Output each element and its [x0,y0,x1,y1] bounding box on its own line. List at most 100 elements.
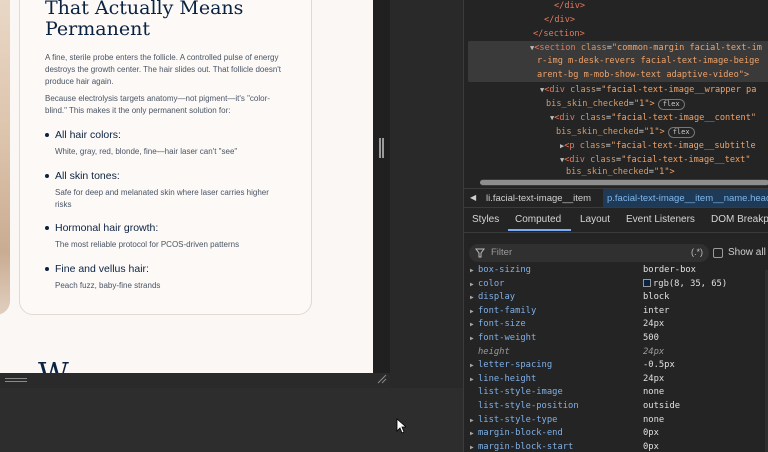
feature-description: White, gray, red, blonde, fine—hair lase… [55,147,238,156]
property-value: outside [643,401,681,411]
feature-heading: All skin tones: [55,170,120,182]
dom-line[interactable]: </div> [554,0,585,13]
computed-property-row[interactable]: ▶ box-sizing border-box [464,264,768,278]
feature-heading: All hair colors: [55,129,121,141]
property-name: letter-spacing [478,360,553,371]
computed-property-row[interactable]: ▶ line-height 24px [464,373,768,387]
computed-property-row[interactable]: ▶ margin-block-end 0px [464,427,768,441]
expand-triangle-icon[interactable]: ▶ [470,373,474,387]
expand-triangle-icon[interactable]: ▶ [470,264,474,278]
show-all-checkbox[interactable] [713,248,723,258]
property-name: color [478,278,505,289]
expand-triangle-icon[interactable]: ▶ [470,305,474,319]
hero-photo [0,0,10,315]
expand-triangle-icon[interactable]: ▶ [470,414,474,428]
property-name: font-size [478,319,526,330]
devtools-panel: </div> </div> </section> ▼<section class… [463,0,768,452]
breadcrumb-item-active[interactable]: p.facial-text-image__item__name.head [603,189,768,207]
property-name: list-style-image [478,387,563,398]
page-preview[interactable]: That Actually Means Permanent A fine, st… [0,0,373,373]
property-value: 24px [643,346,665,357]
browser-window: { "preview": { "title": "That Actually M… [0,0,768,452]
property-value-text: rgb(8, 35, 65) [653,278,728,289]
dom-line[interactable]: ▶<p class="facial-text-image__subtitle [560,140,756,153]
computed-property-row[interactable]: list-style-image none [464,386,768,400]
corner-resize-icon[interactable] [377,374,387,384]
color-swatch-icon[interactable] [643,278,651,287]
elements-tree[interactable]: </div> </div> </section> ▼<section class… [464,0,768,177]
expand-triangle-icon[interactable]: ▶ [470,332,474,346]
tab-styles[interactable]: Styles [472,214,499,225]
computed-property-row[interactable]: ▶ letter-spacing -0.5px [464,359,768,373]
dom-line[interactable]: r-img m-desk-revers facial-text-image-be… [537,55,759,68]
flex-badge[interactable]: flex [667,127,695,138]
scroll-left-icon[interactable]: ◀ [470,193,476,202]
feature-description: Peach fuzz, baby-fine strands [55,281,161,290]
next-section-heading: W [38,360,69,374]
preview-gutter [373,0,390,388]
computed-property-row[interactable]: ▶ list-style-type none [464,414,768,428]
show-all-label[interactable]: Show all [728,247,766,258]
expand-triangle-icon[interactable]: ▶ [470,427,474,441]
property-value: 500 [643,333,659,343]
expand-triangle-icon[interactable]: ▶ [470,318,474,332]
regex-toggle[interactable]: (.*) [691,247,703,257]
computed-property-row[interactable]: height 24px [464,346,768,360]
property-value: none [643,387,665,398]
property-name: margin-block-start [478,441,574,452]
mouse-cursor-icon [396,418,406,434]
filter-bar: Filter (.*) Show all [464,236,768,266]
drag-handle-icon[interactable] [5,378,27,384]
bullet-icon [45,133,49,137]
breadcrumb: ◀ li.facial-text-image__item p.facial-te… [464,188,768,208]
tab-dom-breakpoints[interactable]: DOM Breakp [711,214,768,225]
computed-property-row[interactable]: list-style-position outside [464,400,768,414]
empty-area [0,388,463,452]
dom-line[interactable]: arent-bg m-mob-show-text adaptive-video"… [537,69,749,82]
dom-line[interactable]: bis_skin_checked="1"> flex [556,126,695,139]
property-value: 24px [643,319,665,330]
preview-backdrop [390,0,463,388]
expand-triangle-icon[interactable]: ▶ [470,359,474,373]
expand-triangle-icon[interactable]: ▶ [470,291,474,305]
computed-property-row[interactable]: ▶ font-size 24px [464,318,768,332]
dom-line[interactable]: bis_skin_checked="1"> flex [546,98,685,111]
horizontal-scrollbar[interactable] [480,179,768,186]
tab-computed[interactable]: Computed [515,214,561,225]
property-value: 0px [643,428,659,439]
bullet-icon [45,267,49,271]
feature-description: Safe for deep and melanated skin where l… [55,188,269,209]
property-name: list-style-position [478,401,579,411]
computed-property-row[interactable]: ▶ display block [464,291,768,305]
dom-line[interactable]: </section> [533,28,585,41]
dom-line[interactable]: ▼<div class="facial-text-image__wrapper … [540,84,756,97]
bullet-icon [45,174,49,178]
resize-handle-icon[interactable] [379,138,384,158]
tab-event-listeners[interactable]: Event Listeners [626,214,695,225]
property-value: 24px [643,373,665,384]
dom-line[interactable]: bis_skin_checked="1"> [566,166,675,179]
expand-triangle-icon[interactable]: ▶ [470,278,474,292]
computed-property-row[interactable]: ▶ margin-block-start 0px [464,441,768,452]
feature-heading: Fine and vellus hair: [55,263,149,275]
flex-badge[interactable]: flex [657,99,685,110]
computed-property-row[interactable]: ▶ font-weight 500 [464,332,768,346]
intro-paragraph: A fine, sterile probe enters the follicl… [45,53,282,86]
property-value: block [643,292,670,303]
dom-line-selected[interactable]: ▼<section class="common-margin facial-te… [530,42,762,55]
property-value: -0.5px [643,360,675,371]
dom-line[interactable]: </div> [544,14,575,27]
computed-property-row[interactable]: ▶ font-family inter [464,305,768,319]
computed-property-row[interactable]: ▶ color rgb(8, 35, 65) [464,278,768,292]
dom-line[interactable]: ▼<div class="facial-text-image__content" [550,112,756,125]
property-name: box-sizing [478,265,531,275]
expand-triangle-icon[interactable]: ▶ [470,441,474,452]
property-value: border-box [643,265,696,275]
bullet-icon [45,226,49,230]
property-name: height [478,346,510,357]
property-value: 0px [643,441,659,452]
section-title: That Actually Means Permanent [45,0,244,40]
breadcrumb-item[interactable]: li.facial-text-image__item [486,193,591,204]
filter-placeholder: Filter [491,247,513,258]
tab-layout[interactable]: Layout [580,214,610,225]
